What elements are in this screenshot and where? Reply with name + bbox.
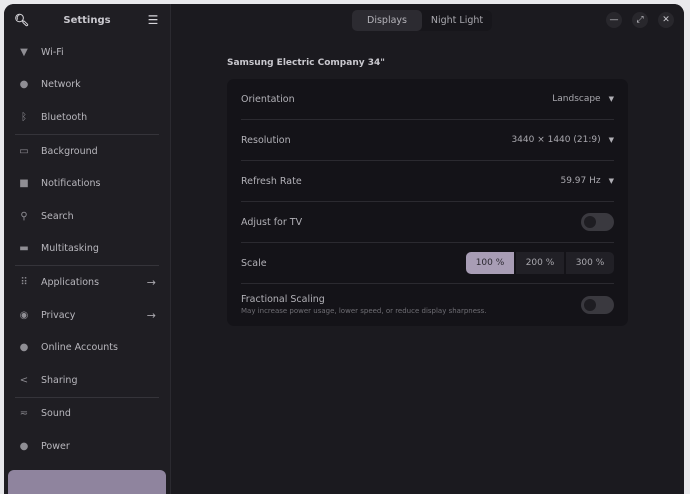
power-icon: ● bbox=[19, 440, 29, 452]
close-button[interactable]: ✕ bbox=[658, 12, 674, 28]
sidebar-item-label: Sound bbox=[41, 408, 71, 420]
fractional-scaling-label: Fractional Scaling bbox=[241, 294, 325, 305]
display-settings-card: Orientation Landscape ▼ Resolution 3440 × 1… bbox=[227, 79, 628, 326]
sidebar-item-label: Notifications bbox=[41, 178, 101, 190]
sidebar-item-label: Network bbox=[41, 79, 81, 91]
search-icon[interactable]: 🔍︎ bbox=[14, 13, 29, 27]
sidebar-item-privacy[interactable]: ◉ Privacy → bbox=[4, 299, 170, 332]
sidebar-item-selected[interactable] bbox=[8, 470, 166, 494]
sidebar-item-online-accounts[interactable]: ● Online Accounts bbox=[4, 331, 170, 364]
scale-selector: 100 % 200 % 300 % bbox=[466, 252, 614, 274]
sidebar-item-applications[interactable]: ⠿ Applications → bbox=[4, 266, 170, 299]
sidebar-item-wi-fi[interactable]: ▼ Wi-Fi bbox=[4, 36, 170, 69]
sidebar-item-label: Bluetooth bbox=[41, 111, 88, 123]
refresh-rate-dropdown[interactable]: 59.97 Hz bbox=[560, 176, 600, 186]
view-switcher: Displays Night Light bbox=[352, 10, 492, 31]
refresh-rate-row[interactable]: Refresh Rate 59.97 Hz ▼ bbox=[241, 161, 614, 202]
grid-icon: ⠿ bbox=[20, 276, 28, 288]
tab-displays[interactable]: Displays bbox=[352, 10, 422, 31]
main-content: Displays Night Light — ⤢ ✕ Samsung Elect… bbox=[171, 4, 684, 494]
windows-icon: ▬ bbox=[19, 243, 29, 255]
sidebar-item-network[interactable]: ● Network bbox=[4, 69, 170, 102]
sidebar-item-label: Multitasking bbox=[41, 243, 99, 255]
hamburger-menu-icon[interactable]: ☰ bbox=[146, 13, 160, 27]
bell-icon: ■ bbox=[19, 178, 29, 190]
orientation-row[interactable]: Orientation Landscape ▼ bbox=[241, 79, 614, 120]
globe-icon: ● bbox=[19, 79, 29, 91]
sidebar-title: Settings bbox=[63, 14, 111, 26]
refresh-rate-label: Refresh Rate bbox=[241, 175, 302, 187]
search-icon: ⚲ bbox=[20, 210, 28, 222]
chevron-down-icon: ▼ bbox=[608, 136, 614, 144]
resolution-row[interactable]: Resolution 3440 × 1440 (21:9) ▼ bbox=[241, 120, 614, 161]
settings-window: 🔍︎ Settings ☰ ▼ Wi-Fi ● Network ᛒ Bluetooth ▭ B… bbox=[4, 4, 684, 494]
sidebar-item-notifications[interactable]: ■ Notifications bbox=[4, 167, 170, 200]
scale-200-button[interactable]: 200 % bbox=[516, 252, 564, 274]
sidebar: 🔍︎ Settings ☰ ▼ Wi-Fi ● Network ᛒ Bluetooth ▭ B… bbox=[4, 4, 171, 494]
sidebar-item-bluetooth[interactable]: ᛒ Bluetooth bbox=[4, 101, 170, 134]
sidebar-item-search[interactable]: ⚲ Search bbox=[4, 200, 170, 233]
bluetooth-icon: ᛒ bbox=[21, 111, 27, 123]
orientation-dropdown[interactable]: Landscape bbox=[552, 94, 600, 104]
resolution-label: Resolution bbox=[241, 134, 291, 146]
orientation-label: Orientation bbox=[241, 93, 295, 105]
tab-night-light[interactable]: Night Light bbox=[422, 10, 492, 31]
sidebar-item-label: Sharing bbox=[41, 374, 78, 386]
fractional-scaling-row: Fractional Scaling May increase power usa… bbox=[241, 284, 614, 325]
sidebar-item-label: Power bbox=[41, 440, 70, 452]
privacy-icon: ◉ bbox=[19, 309, 29, 321]
share-icon: < bbox=[19, 374, 29, 386]
sidebar-item-label: Online Accounts bbox=[41, 342, 118, 354]
sidebar-item-multitasking[interactable]: ▬ Multitasking bbox=[4, 233, 170, 266]
sidebar-item-background[interactable]: ▭ Background bbox=[4, 135, 170, 168]
sidebar-header: 🔍︎ Settings ☰ bbox=[4, 4, 170, 36]
accounts-icon: ● bbox=[19, 342, 29, 354]
adjust-tv-label: Adjust for TV bbox=[241, 216, 303, 228]
sidebar-item-label: Background bbox=[41, 145, 98, 157]
minimize-button[interactable]: — bbox=[606, 12, 622, 28]
fractional-scaling-toggle[interactable] bbox=[581, 295, 614, 314]
sidebar-item-sharing[interactable]: < Sharing bbox=[4, 364, 170, 397]
wifi-icon: ▼ bbox=[20, 46, 28, 58]
sound-icon: ≂ bbox=[19, 408, 29, 420]
sidebar-item-power[interactable]: ● Power bbox=[4, 430, 170, 463]
sidebar-item-label: Privacy bbox=[41, 309, 76, 321]
sidebar-item-label: Search bbox=[41, 210, 74, 222]
scale-300-button[interactable]: 300 % bbox=[566, 252, 614, 274]
resolution-dropdown[interactable]: 3440 × 1440 (21:9) bbox=[511, 135, 600, 145]
chevron-down-icon: ▼ bbox=[608, 177, 614, 185]
adjust-tv-row: Adjust for TV bbox=[241, 202, 614, 243]
chevron-down-icon: ▼ bbox=[608, 95, 614, 103]
maximize-button[interactable]: ⤢ bbox=[632, 12, 648, 28]
monitor-title: Samsung Electric Company 34" bbox=[227, 58, 385, 68]
sidebar-item-label: Applications bbox=[41, 276, 100, 288]
arrow-right-icon: → bbox=[146, 275, 156, 289]
sidebar-item-sound[interactable]: ≂ Sound bbox=[4, 398, 170, 431]
scale-100-button[interactable]: 100 % bbox=[466, 252, 514, 274]
sidebar-item-label: Wi-Fi bbox=[41, 46, 64, 58]
monitor-icon: ▭ bbox=[19, 145, 29, 157]
scale-row: Scale 100 % 200 % 300 % bbox=[241, 243, 614, 284]
fractional-scaling-subtitle: May increase power usage, lower speed, o… bbox=[241, 307, 487, 315]
adjust-tv-toggle[interactable] bbox=[581, 213, 614, 231]
scale-label: Scale bbox=[241, 257, 267, 269]
arrow-right-icon: → bbox=[146, 308, 156, 322]
